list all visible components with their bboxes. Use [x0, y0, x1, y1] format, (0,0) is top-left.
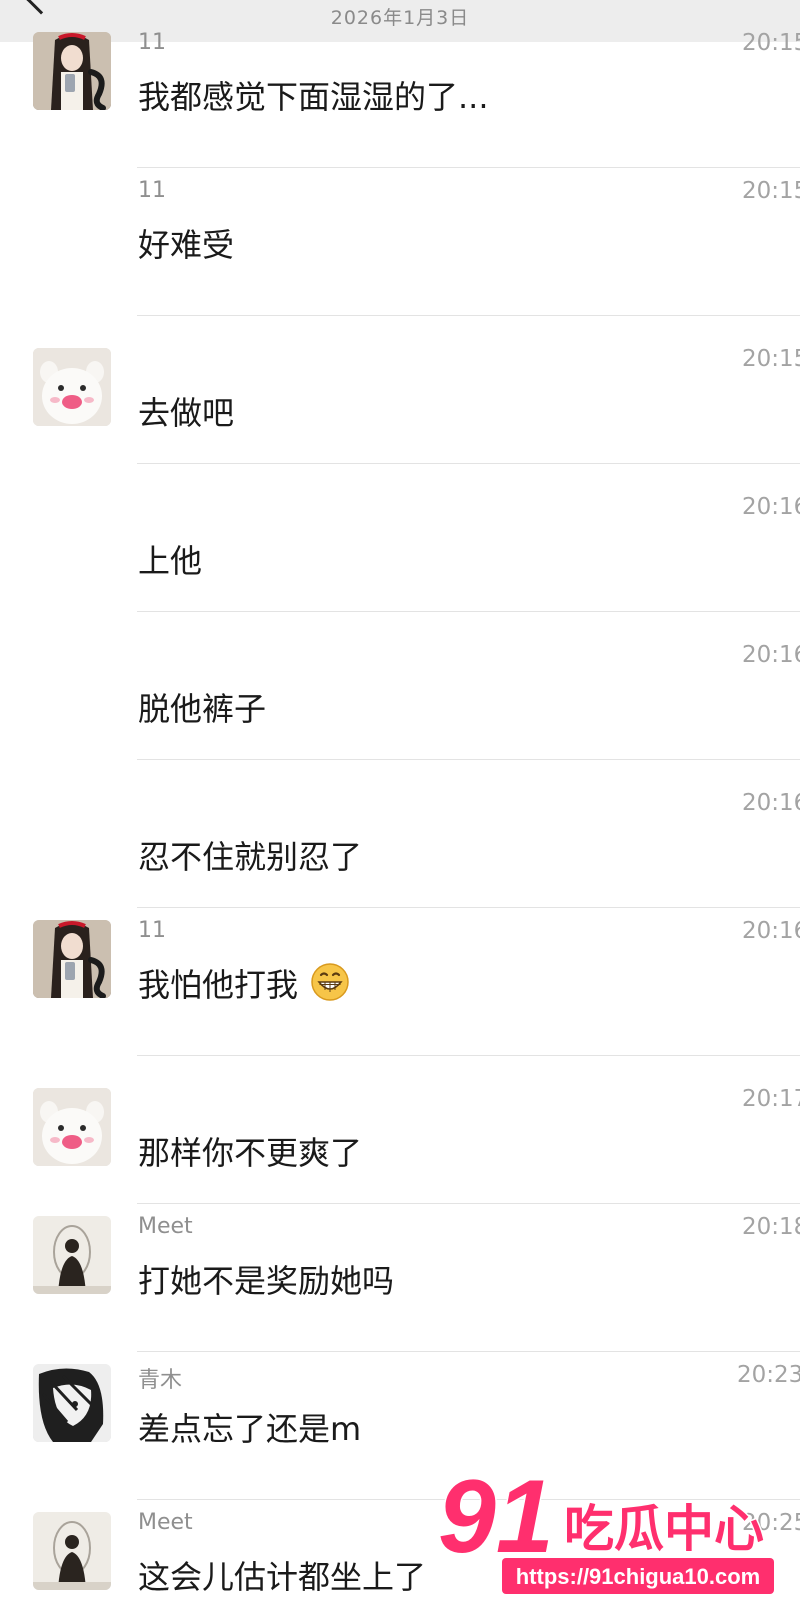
- message-time: 20:16: [742, 642, 800, 668]
- message-time: 20:15: [742, 178, 800, 204]
- sender-name: Meet: [138, 1510, 193, 1535]
- sender-name: 11: [138, 178, 166, 203]
- chat-screen: 2026年1月3日 11 20:15 我都感觉下面湿湿的了... 11 20:1…: [0, 0, 800, 1612]
- message-row[interactable]: Meet 20:18 打她不是奖励她吗: [0, 1204, 800, 1352]
- silhouette-avatar[interactable]: [33, 1216, 111, 1294]
- message-time: 20:16: [742, 918, 800, 944]
- watermark-name: 吃瓜中心: [564, 1500, 764, 1558]
- message-row[interactable]: 11 20:15 我都感觉下面湿湿的了...: [0, 20, 800, 168]
- silhouette-avatar[interactable]: [33, 1512, 111, 1590]
- sender-name: Meet: [138, 1214, 193, 1239]
- message-row[interactable]: 20:16 忍不住就别忍了: [0, 760, 800, 908]
- girl-avatar[interactable]: [33, 32, 111, 110]
- watermark-number: 91: [438, 1459, 554, 1575]
- message-row[interactable]: 20:15 去做吧: [0, 316, 800, 464]
- message-time: 20:17: [742, 1086, 800, 1112]
- bear-avatar[interactable]: [33, 1088, 111, 1166]
- watermark-url: https://91chigua10.com: [516, 1564, 761, 1589]
- message-time: 20:18: [742, 1214, 800, 1240]
- message-text-wrap: 我怕他打我: [138, 960, 350, 1006]
- message-text: 忍不住就别忍了: [138, 838, 363, 876]
- girl-avatar[interactable]: [33, 920, 111, 998]
- message-row[interactable]: 20:17 那样你不更爽了: [0, 1056, 800, 1204]
- message-text: 这会儿估计都坐上了: [138, 1558, 427, 1596]
- sender-name: 青木: [138, 1368, 183, 1393]
- message-row[interactable]: 11 20:15 好难受: [0, 168, 800, 316]
- bear-avatar[interactable]: [33, 348, 111, 426]
- message-time: 20:15: [742, 30, 800, 56]
- message-text: 我都感觉下面湿湿的了...: [138, 78, 489, 116]
- message-text: 那样你不更爽了: [138, 1134, 363, 1172]
- sender-name: 11: [138, 30, 166, 55]
- sender-name: 11: [138, 918, 166, 943]
- message-text: 差点忘了还是m: [138, 1410, 362, 1448]
- message-time: 20:23: [737, 1362, 800, 1388]
- message-row[interactable]: 11 20:16 我怕他打我: [0, 908, 800, 1056]
- message-text: 好难受: [138, 226, 235, 264]
- message-text: 打她不是奖励她吗: [138, 1262, 395, 1300]
- message-row[interactable]: 20:16 上他: [0, 464, 800, 612]
- site-watermark: 91 吃瓜中心 https://91chigua10.com: [437, 1458, 774, 1594]
- message-text: 我怕他打我: [138, 966, 299, 1004]
- message-time: 20:15: [742, 346, 800, 372]
- message-time: 20:16: [742, 494, 800, 520]
- message-text: 上他: [138, 542, 203, 580]
- grinning-face-icon: [311, 963, 349, 1001]
- message-text: 去做吧: [138, 394, 235, 432]
- message-row[interactable]: 20:16 脱他裤子: [0, 612, 800, 760]
- message-text: 脱他裤子: [138, 690, 267, 728]
- message-time: 20:16: [742, 790, 800, 816]
- anime-avatar[interactable]: [33, 1364, 111, 1442]
